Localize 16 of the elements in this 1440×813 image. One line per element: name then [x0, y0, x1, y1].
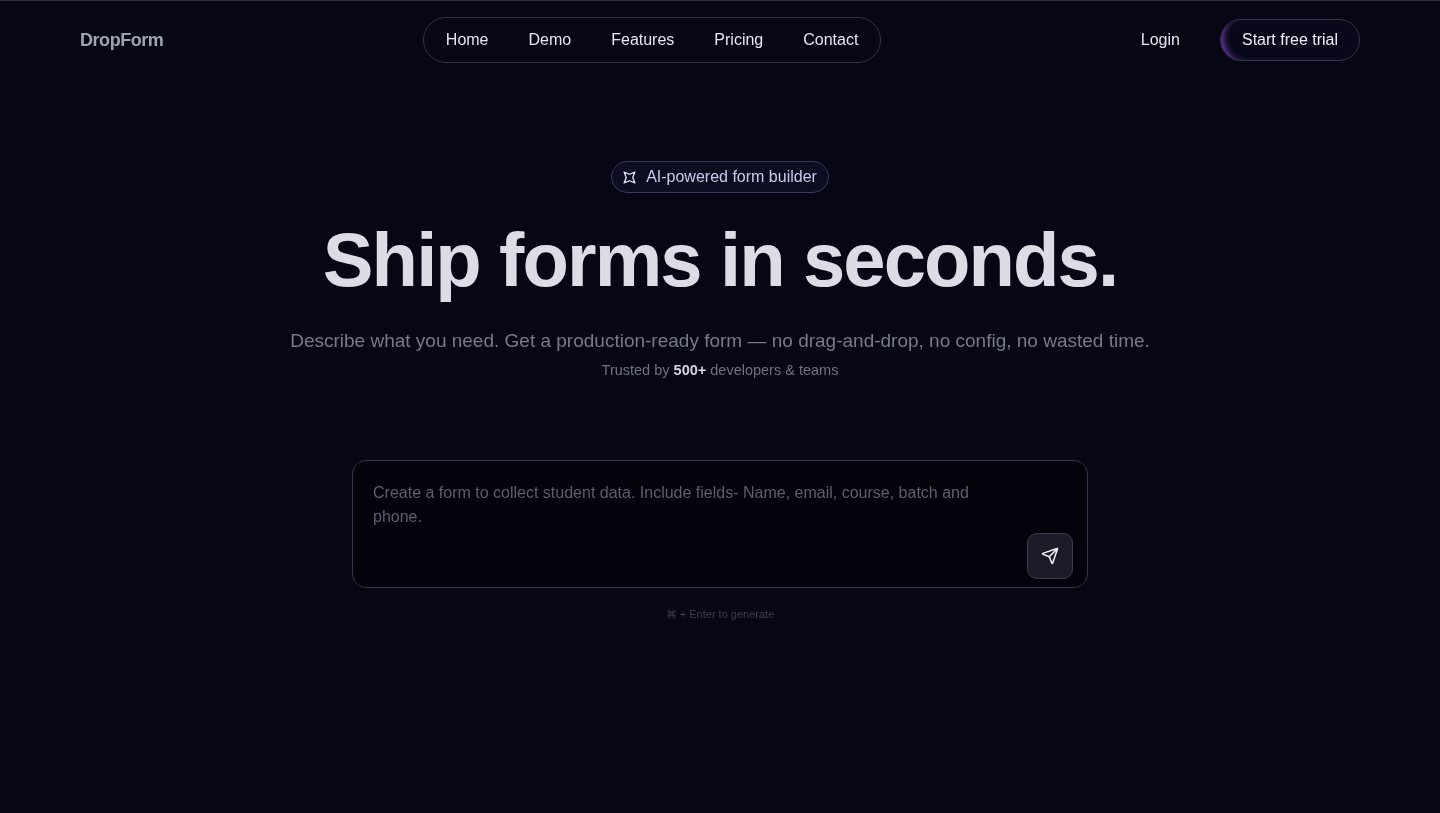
hero-heading: Ship forms in seconds.	[322, 216, 1118, 304]
nav-link[interactable]: Contact	[803, 28, 859, 52]
nav-link[interactable]: Pricing	[714, 28, 764, 52]
nav-link[interactable]: Demo	[528, 28, 572, 52]
nav-link[interactable]: Home	[445, 28, 489, 52]
brand-logo[interactable]: DropForm	[80, 26, 164, 54]
send-icon	[1041, 547, 1059, 565]
trust-line: Trusted by 500+ developers & teams	[601, 361, 839, 380]
badge-label: AI-powered form builder	[646, 167, 817, 187]
nav-link[interactable]: Features	[611, 28, 675, 52]
login-link[interactable]: Login	[1140, 28, 1180, 52]
start-trial-button[interactable]: Start free trial	[1219, 19, 1360, 61]
sparkle-icon	[623, 170, 637, 184]
prompt-input[interactable]: Create a form to collect student data. Include fields- Name, email, course, batch and phone.	[352, 460, 1088, 588]
hero-subtitle: Describe what you need. Get a production-ready form — no drag-and-drop, no config, no wasted time.	[290, 329, 1150, 353]
send-button[interactable]	[1027, 533, 1073, 579]
